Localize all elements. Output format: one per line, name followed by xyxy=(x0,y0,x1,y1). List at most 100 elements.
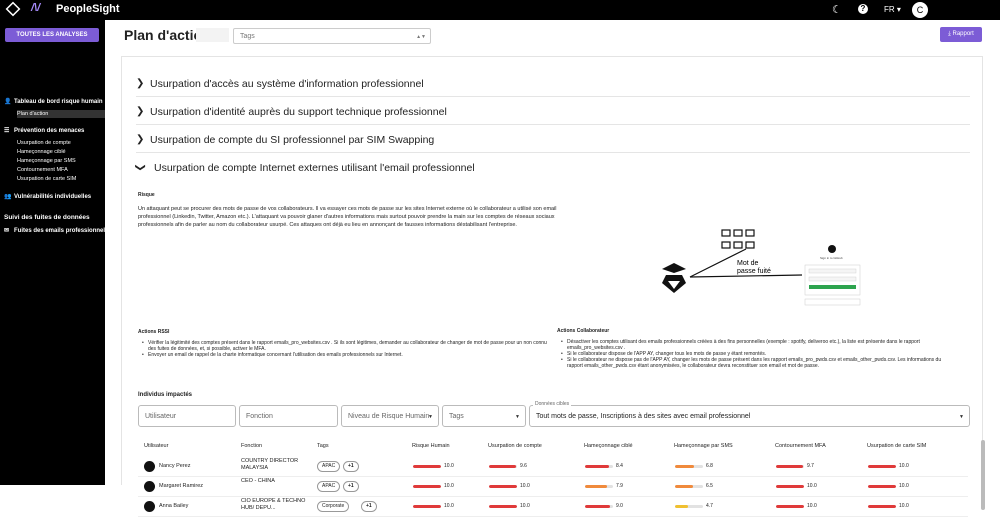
accordion-support-impersonation[interactable]: ❯ Usurpation d'identité auprès du support… xyxy=(136,97,970,125)
language-selector[interactable]: FR ▾ xyxy=(884,5,901,14)
users-icon: 👥 xyxy=(4,194,12,200)
actions-collaborator: Actions Collaborateur Désactiver les com… xyxy=(557,328,957,369)
accordion-sim-swapping[interactable]: ❯ Usurpation de compte du SI professionne… xyxy=(136,125,970,153)
risk-level-filter[interactable]: Niveau de Risque Humain ▼ xyxy=(341,405,439,427)
col-sim-swap[interactable]: Usurpation de carte SIM xyxy=(867,443,926,449)
sidebar: TOUTES LES ANALYSES 👤 Tableau de bord ris… xyxy=(0,20,108,485)
user-avatar[interactable]: C xyxy=(912,2,928,18)
score-value: 10.0 xyxy=(444,483,454,489)
nav-sms-phishing[interactable]: Hameçonnage par SMS xyxy=(17,158,76,164)
nav-spear-phishing[interactable]: Hameçonnage ciblé xyxy=(17,149,66,155)
score-bar xyxy=(585,485,613,488)
people-icon: 👤 xyxy=(4,99,12,105)
score-value: 10.0 xyxy=(899,483,909,489)
email-icon: ✉ xyxy=(4,228,10,234)
user-function: CIO EUROPE & TECHNO HUB/ DEPU... xyxy=(241,498,306,511)
app-logo-icon[interactable] xyxy=(5,1,21,17)
tag-chip[interactable]: APAC xyxy=(317,461,341,472)
github-title: Sign in to GitHub xyxy=(820,256,843,260)
score-bar xyxy=(585,465,613,468)
avatar-icon xyxy=(144,501,155,512)
actions-rssi-heading: Actions RSSI xyxy=(138,329,170,335)
target-data-label: Données cibles xyxy=(533,401,572,407)
score-bar xyxy=(413,485,441,488)
col-function[interactable]: Fonction xyxy=(241,443,262,449)
nav-leaks-section: Suivi des fuites de données xyxy=(4,214,90,221)
nav-vulnerabilities[interactable]: 👥 Vulnérabilités individuelles xyxy=(0,193,91,200)
help-icon[interactable]: ? xyxy=(858,4,868,14)
score-value: 4.7 xyxy=(706,503,713,509)
dark-mode-icon[interactable]: ☾ xyxy=(832,3,842,16)
tags-filter-table[interactable]: Tags ▼ xyxy=(442,405,526,427)
accordion-external-accounts[interactable]: ❯ Usurpation de compte Internet externes … xyxy=(134,153,970,181)
nav-mfa-bypass[interactable]: Contournement MFA xyxy=(17,167,68,173)
tag-chip[interactable]: Corporate xyxy=(317,501,350,512)
all-analyses-button[interactable]: TOUTES LES ANALYSES xyxy=(5,28,99,42)
leaked-password-illustration: Mot de passe fuité Sign in to GitHub xyxy=(662,229,861,306)
col-user[interactable]: Utilisateur xyxy=(144,443,168,449)
chevron-right-icon: ❯ xyxy=(136,78,145,89)
score-bar xyxy=(489,465,517,468)
avatar-icon xyxy=(144,481,155,492)
action-plan-panel: ❯ Usurpation d'accès au système d'informa… xyxy=(121,56,985,517)
score-bar xyxy=(489,505,517,508)
main-content: Plan d'action Tags ▲▼ ⤓ Rapport ❯ Usurpati… xyxy=(105,20,1000,517)
score-bar xyxy=(776,485,804,488)
score-value: 10.0 xyxy=(444,503,454,509)
score-value: 6.5 xyxy=(706,483,713,489)
user-filter[interactable]: Utilisateur xyxy=(138,405,236,427)
table-scrollbar[interactable] xyxy=(981,440,985,510)
more-tags-chip[interactable]: +1 xyxy=(343,481,359,492)
col-tags[interactable]: Tags xyxy=(317,443,329,449)
score-bar xyxy=(675,465,703,468)
col-account-takeover[interactable]: Usurpation de compte xyxy=(488,443,542,449)
accordion-si-access[interactable]: ❯ Usurpation d'accès au système d'informa… xyxy=(136,69,970,97)
score-value: 6.8 xyxy=(706,463,713,469)
attacker-icon xyxy=(662,263,686,293)
table-row[interactable]: Anna Bailey CIO EUROPE & TECHNO HUB/ DEPU… xyxy=(138,497,968,517)
nav-action-plan[interactable]: Plan d'action xyxy=(17,110,105,118)
table-row[interactable]: Margaret Ramirez CEO - CHINA APAC +1 10.0 10.… xyxy=(138,477,968,497)
score-value: 9.7 xyxy=(807,463,814,469)
password-leak-icons xyxy=(721,229,755,249)
leak-label-2: passe fuité xyxy=(737,268,771,275)
score-bar xyxy=(489,485,517,488)
tags-filter[interactable]: Tags ▲▼ xyxy=(233,28,431,44)
caret-down-icon: ▼ xyxy=(959,414,964,420)
score-bar xyxy=(868,505,896,508)
score-value: 8.4 xyxy=(616,463,623,469)
caret-icon: ▲▼ xyxy=(416,34,426,40)
actions-collab-heading: Actions Collaborateur xyxy=(557,328,610,334)
user-name: Anna Bailey xyxy=(159,503,189,509)
chevron-down-icon: ❯ xyxy=(134,163,146,172)
col-mfa-bypass[interactable]: Contournement MFA xyxy=(775,443,826,449)
score-value: 9.0 xyxy=(616,503,623,509)
score-value: 10.0 xyxy=(899,503,909,509)
nav-prevention[interactable]: ☰ Prévention des menaces xyxy=(0,127,84,134)
function-filter[interactable]: Fonction xyxy=(239,405,338,427)
score-value: 7.9 xyxy=(616,483,623,489)
table-row[interactable]: Nancy Perez COUNTRY DIRECTOR MALAYSIA APAC… xyxy=(138,457,968,477)
nav-leak-emails[interactable]: ✉ Fuites des emails professionnels xyxy=(0,227,108,234)
nav-dashboard[interactable]: 👤 Tableau de bord risque humain xyxy=(0,98,103,105)
col-human-risk[interactable]: Risque Humain xyxy=(412,443,450,449)
col-sms-phishing[interactable]: Hameçonnage par SMS xyxy=(674,443,733,449)
nav-sim-swap[interactable]: Usurpation de carte SIM xyxy=(17,176,76,182)
more-tags-chip[interactable]: +1 xyxy=(361,501,377,512)
caret-down-icon: ▼ xyxy=(428,414,433,420)
download-icon: ⤓ xyxy=(948,31,951,37)
score-bar xyxy=(413,505,441,508)
brand-icon: /\/ xyxy=(31,2,41,14)
nav-account-takeover[interactable]: Usurpation de compte xyxy=(17,140,71,146)
collab-action-item: Désactiver les comptes utilisant des ema… xyxy=(561,339,957,351)
user-function: COUNTRY DIRECTOR MALAYSIA xyxy=(241,458,299,471)
caret-down-icon: ▼ xyxy=(515,414,520,420)
tag-chip[interactable]: APAC xyxy=(317,481,341,492)
report-button[interactable]: ⤓ Rapport xyxy=(940,27,982,42)
col-spear-phishing[interactable]: Hameçonnage ciblé xyxy=(584,443,633,449)
avatar-icon xyxy=(144,461,155,472)
target-data-filter[interactable]: Tout mots de passe, Inscriptions à des s… xyxy=(529,405,970,427)
more-tags-chip[interactable]: +1 xyxy=(343,461,359,472)
github-login-mock: Sign in to GitHub xyxy=(804,245,861,306)
user-function: CEO - CHINA xyxy=(241,478,275,484)
